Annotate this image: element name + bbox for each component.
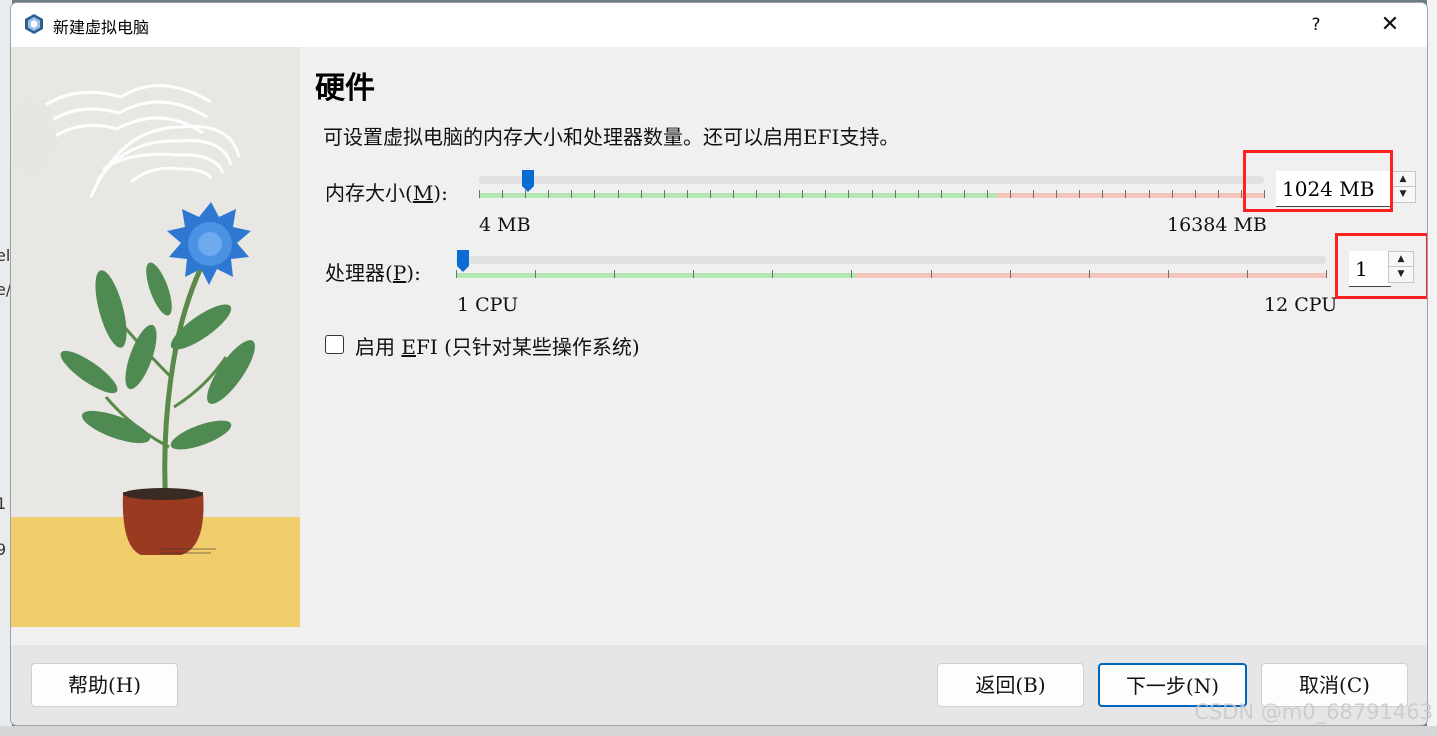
slider-tick (779, 190, 780, 198)
slider-tick (1149, 190, 1150, 198)
slider-tick (848, 190, 849, 198)
slider-tick (710, 190, 711, 198)
slider-tick (1326, 270, 1327, 278)
title-bar[interactable]: 新建虚拟电脑 ? ✕ (11, 3, 1427, 47)
processor-ticks (456, 270, 1327, 278)
slider-tick (641, 190, 642, 198)
slider-tick (687, 190, 688, 198)
new-vm-dialog: 新建虚拟电脑 ? ✕ 硬件 可设置虚拟电脑的内存大小和处理器数量。还可以启用EF… (10, 2, 1428, 726)
virtualbox-icon (25, 14, 43, 34)
highlight-box-memory (1243, 150, 1393, 212)
memory-min-label: 4 MB (479, 214, 531, 236)
slider-tick (1079, 190, 1080, 198)
slider-tick (1125, 190, 1126, 198)
efi-label-text: 启用 (355, 335, 402, 359)
slider-tick (1218, 190, 1219, 198)
slider-tick (756, 190, 757, 198)
memory-stepper[interactable]: ▲ ▼ (1390, 171, 1416, 203)
memory-max-label: 16384 MB (1167, 214, 1267, 236)
slider-tick (1241, 190, 1242, 198)
processor-slider-thumb[interactable] (456, 249, 470, 273)
csdn-watermark: CSDN @m0_68791463 (1194, 700, 1433, 724)
background-window-strip-right (1427, 0, 1437, 736)
background-text: el (0, 246, 11, 265)
help-icon[interactable]: ? (1301, 11, 1331, 39)
slider-tick (1195, 190, 1196, 198)
slider-tick (851, 270, 852, 278)
slider-tick (1089, 270, 1090, 278)
slider-tick (872, 190, 873, 198)
slider-tick (772, 270, 773, 278)
efi-checkbox-label[interactable]: 启用 EFI (只针对某些操作系统) (355, 331, 640, 360)
slider-tick (825, 190, 826, 198)
memory-slider[interactable] (479, 169, 1265, 209)
processor-slider-track[interactable] (456, 256, 1326, 264)
slider-tick (1010, 270, 1011, 278)
processor-label-mnemonic: P (392, 261, 407, 285)
slider-tick (802, 190, 803, 198)
slider-tick (535, 270, 536, 278)
slider-tick (964, 190, 965, 198)
wizard-page: 硬件 可设置虚拟电脑的内存大小和处理器数量。还可以启用EFI支持。 内存大小(M… (301, 47, 1427, 645)
memory-down-arrow-icon[interactable]: ▼ (1391, 187, 1415, 202)
slider-tick (693, 270, 694, 278)
processor-label: 处理器(P): (325, 257, 421, 286)
processor-max-label: 12 CPU (1264, 294, 1338, 316)
close-icon[interactable]: ✕ (1373, 11, 1407, 39)
processor-min-label: 1 CPU (457, 294, 519, 316)
window-title: 新建虚拟电脑 (53, 18, 150, 37)
slider-tick (733, 190, 734, 198)
slider-tick (479, 190, 480, 198)
background-text: 9 (0, 540, 7, 559)
memory-ticks (479, 190, 1265, 198)
slider-tick (1102, 190, 1103, 198)
slider-tick (571, 190, 572, 198)
slider-tick (618, 190, 619, 198)
slider-tick (1010, 190, 1011, 198)
efi-label-suffix: FI (只针对某些操作系统) (415, 335, 640, 359)
page-description: 可设置虚拟电脑的内存大小和处理器数量。还可以启用EFI支持。 (323, 125, 900, 149)
memory-label-suffix: ): (433, 181, 448, 205)
slider-tick (1247, 270, 1248, 278)
slider-tick (895, 190, 896, 198)
memory-up-arrow-icon[interactable]: ▲ (1391, 172, 1415, 187)
back-button[interactable]: 返回(B) (937, 663, 1084, 707)
slider-tick (614, 270, 615, 278)
slider-tick (1172, 190, 1173, 198)
processor-label-suffix: ): (406, 261, 421, 285)
background-text: 1 (0, 494, 7, 513)
slider-tick (941, 190, 942, 198)
slider-tick (1056, 190, 1057, 198)
page-title: 硬件 (315, 71, 375, 106)
processor-label-text: 处理器( (325, 261, 393, 285)
slider-tick (918, 190, 919, 198)
slider-tick (502, 190, 503, 198)
memory-label-text: 内存大小( (325, 181, 413, 205)
slider-tick (594, 190, 595, 198)
slider-tick (1033, 190, 1034, 198)
wizard-illustration (11, 47, 300, 627)
help-button[interactable]: 帮助(H) (31, 663, 178, 707)
memory-slider-track[interactable] (479, 176, 1264, 184)
slider-tick (931, 270, 932, 278)
slider-tick (664, 190, 665, 198)
background-taskbar-strip (0, 726, 1437, 736)
processor-slider[interactable] (456, 249, 1327, 289)
slider-tick (548, 190, 549, 198)
efi-label-mnemonic: E (401, 335, 416, 359)
memory-slider-thumb[interactable] (521, 169, 535, 193)
slider-tick (987, 190, 988, 198)
highlight-box-processor (1335, 233, 1427, 299)
memory-label-mnemonic: M (412, 181, 434, 205)
efi-checkbox[interactable] (325, 335, 344, 354)
slider-tick (1168, 270, 1169, 278)
memory-label: 内存大小(M): (325, 177, 448, 206)
